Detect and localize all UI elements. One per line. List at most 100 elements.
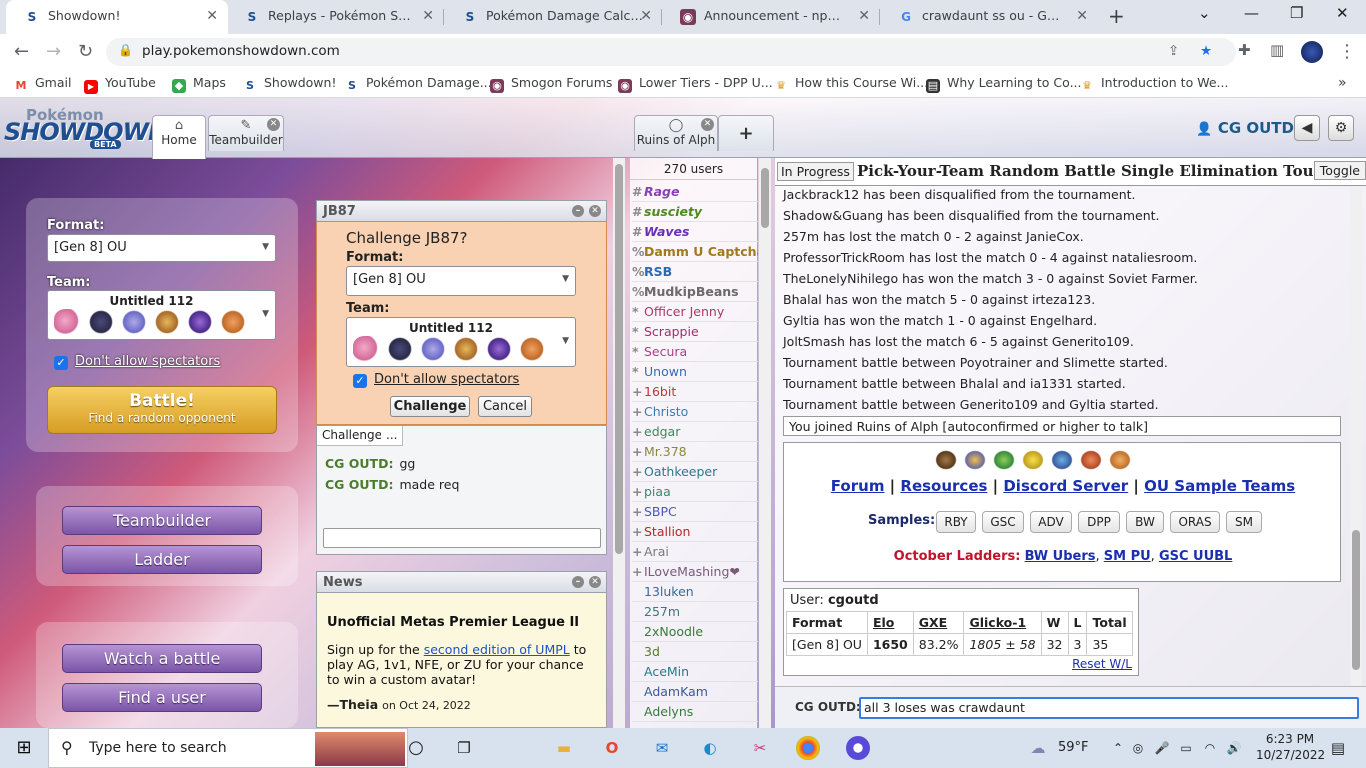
microphone-icon[interactable]: 🎤 bbox=[1150, 736, 1174, 760]
userlist-item[interactable]: + edgar bbox=[632, 422, 758, 442]
back-icon[interactable]: ← bbox=[14, 41, 29, 62]
cancel-button[interactable]: Cancel bbox=[478, 396, 532, 417]
userlist-item[interactable]: %Damm U Captcha bbox=[632, 242, 758, 262]
close-icon[interactable]: ✕ bbox=[701, 118, 714, 131]
sample-bw-button[interactable]: BW bbox=[1126, 511, 1164, 533]
minimize-button[interactable]: — bbox=[1244, 4, 1259, 22]
wifi-icon[interactable]: ◠ bbox=[1198, 736, 1222, 760]
bookmark-youtube[interactable]: ▶ YouTube bbox=[84, 75, 156, 94]
userlist-item[interactable]: +16bit bbox=[632, 382, 758, 402]
userlist-item[interactable]: + ILoveMashing❤ bbox=[632, 562, 758, 582]
close-tab-icon[interactable]: ✕ bbox=[858, 8, 870, 24]
browser-tab-announcement[interactable]: ◉ Announcement - np: SS OU S ✕ bbox=[662, 0, 880, 34]
volume-icon[interactable]: 🔊 bbox=[1222, 736, 1246, 760]
left-scrollbar[interactable] bbox=[613, 158, 625, 728]
userlist-item[interactable]: # Waves bbox=[632, 222, 758, 242]
bookmark-smogon[interactable]: ◉ Smogon Forums bbox=[490, 75, 612, 93]
close-tab-icon[interactable]: ✕ bbox=[640, 8, 652, 24]
bookmark-damage-calc[interactable]: S Pokémon Damage... bbox=[345, 75, 492, 93]
pm-tab-challenge[interactable]: Challenge bbox=[317, 426, 388, 446]
format-select[interactable]: [Gen 8] OU ▼ bbox=[47, 234, 276, 262]
minimize-icon[interactable]: – bbox=[572, 205, 584, 217]
userlist-item[interactable]: AdamKam bbox=[632, 682, 758, 702]
userlist-item[interactable]: * Unown bbox=[632, 362, 758, 382]
notifications-icon[interactable]: ▤ bbox=[1326, 736, 1350, 760]
resources-link[interactable]: Resources bbox=[900, 477, 987, 495]
ou-sample-teams-link[interactable]: OU Sample Teams bbox=[1144, 477, 1295, 495]
sample-sm-button[interactable]: SM bbox=[1226, 511, 1262, 533]
ladder-gsc-uubl-link[interactable]: GSC UUBL bbox=[1159, 549, 1232, 564]
discord-link[interactable]: Discord Server bbox=[1003, 477, 1128, 495]
mute-sound-button[interactable]: ◀ bbox=[1294, 115, 1320, 141]
ladder-button[interactable]: Ladder bbox=[62, 545, 262, 574]
sample-adv-button[interactable]: ADV bbox=[1030, 511, 1072, 533]
close-tab-icon[interactable]: ✕ bbox=[422, 8, 434, 24]
userlist-scrollbar[interactable] bbox=[759, 158, 771, 728]
bookmark-gmail[interactable]: M Gmail bbox=[14, 75, 72, 93]
showdown-logo[interactable]: Pokémon SHOWDOWN! BETA bbox=[4, 106, 178, 150]
chat-input[interactable]: all 3 loses was crawdaunt bbox=[859, 697, 1359, 719]
chrome-icon[interactable] bbox=[796, 736, 820, 760]
watch-battle-button[interactable]: Watch a battle bbox=[62, 644, 262, 673]
meet-now-icon[interactable]: ◎ bbox=[1126, 736, 1150, 760]
menu-icon[interactable]: ⋮ bbox=[1338, 41, 1356, 62]
share-icon[interactable]: ⇪ bbox=[1168, 43, 1179, 59]
tab-teambuilder[interactable]: ✎ Teambuilder ✕ bbox=[208, 115, 284, 151]
bookmark-star-icon[interactable]: ★ bbox=[1200, 43, 1212, 59]
side-panel-icon[interactable]: ▥ bbox=[1270, 41, 1284, 59]
profile-avatar[interactable] bbox=[1301, 41, 1323, 63]
tab-ruins-of-alph[interactable]: ◯ Ruins of Alph ✕ bbox=[634, 115, 718, 151]
windows-start-icon[interactable]: ⊞ bbox=[12, 736, 36, 760]
username-button[interactable]: 👤 CG OUTD bbox=[1196, 119, 1294, 137]
tournament-toggle-button[interactable]: Toggle bbox=[1313, 161, 1366, 180]
userlist-item[interactable]: # susciety bbox=[632, 202, 758, 222]
task-view-icon[interactable]: ❐ bbox=[452, 736, 476, 760]
file-explorer-icon[interactable]: ▬ bbox=[552, 736, 576, 760]
browser-tab-showdown[interactable]: S Showdown! ✕ bbox=[6, 0, 228, 34]
close-icon[interactable]: ✕ bbox=[589, 205, 601, 217]
sample-gsc-button[interactable]: GSC bbox=[982, 511, 1024, 533]
sample-oras-button[interactable]: ORAS bbox=[1170, 511, 1220, 533]
userlist-item[interactable]: 2xNoodle bbox=[632, 622, 758, 642]
teambuilder-button[interactable]: Teambuilder bbox=[62, 506, 262, 535]
userlist-item[interactable]: # Rage bbox=[632, 182, 758, 202]
browser-tab-google[interactable]: G crawdaunt ss ou - Google Se ✕ bbox=[880, 0, 1098, 34]
spectators-checkbox[interactable]: ✓ bbox=[54, 356, 68, 370]
userlist-item[interactable]: Adelyns bbox=[632, 702, 758, 722]
chrome-profile-icon[interactable] bbox=[846, 736, 870, 760]
challenge-format-select[interactable]: [Gen 8] OU ▼ bbox=[346, 266, 576, 296]
userlist-item[interactable]: + Mr.378 bbox=[632, 442, 758, 462]
office-icon[interactable]: O bbox=[600, 736, 624, 760]
battle-button[interactable]: Battle! Find a random opponent bbox=[47, 386, 277, 434]
mail-icon[interactable]: ✉ bbox=[650, 736, 674, 760]
tab-search-icon[interactable]: ⌄ bbox=[1198, 4, 1211, 22]
challenge-spectators-checkbox[interactable]: ✓ bbox=[353, 374, 367, 388]
reset-wl-link[interactable]: Reset W/L bbox=[1072, 657, 1132, 671]
userlist-item[interactable]: %MudkipBeans bbox=[632, 282, 758, 302]
challenge-button[interactable]: Challenge bbox=[390, 396, 470, 417]
userlist-item[interactable]: 257m bbox=[632, 602, 758, 622]
find-user-button[interactable]: Find a user bbox=[62, 683, 262, 712]
pm-tab-more[interactable]: ... bbox=[381, 426, 404, 446]
close-window-button[interactable]: ✕ bbox=[1336, 4, 1349, 22]
bookmark-showdown[interactable]: S Showdown! bbox=[243, 75, 336, 93]
reload-icon[interactable]: ↻ bbox=[78, 41, 93, 62]
close-tab-icon[interactable]: ✕ bbox=[1076, 8, 1088, 24]
umpl-link[interactable]: second edition of UMPL bbox=[424, 642, 570, 657]
settings-button[interactable]: ⚙ bbox=[1328, 115, 1354, 141]
bookmark-course[interactable]: ♛ How this Course Wi... bbox=[774, 75, 928, 93]
browser-tab-damage-calc[interactable]: S Pokémon Damage Calculator ✕ bbox=[444, 0, 662, 34]
snipping-tool-icon[interactable]: ✂ bbox=[748, 736, 772, 760]
sample-rby-button[interactable]: RBY bbox=[936, 511, 976, 533]
forum-link[interactable]: Forum bbox=[831, 477, 885, 495]
bookmark-maps[interactable]: ◆ Maps bbox=[172, 75, 226, 93]
extensions-icon[interactable]: ✚ bbox=[1238, 41, 1251, 59]
maximize-button[interactable]: ❐ bbox=[1290, 4, 1303, 22]
new-room-button[interactable]: + bbox=[718, 115, 774, 151]
team-select[interactable]: Untitled 112 ▼ bbox=[47, 290, 276, 340]
userlist-item[interactable]: AceMin bbox=[632, 662, 758, 682]
pm-window-title[interactable]: JB87 – ✕ bbox=[316, 200, 607, 222]
ladder-bw-ubers-link[interactable]: BW Ubers bbox=[1025, 549, 1096, 564]
cortana-icon[interactable]: ○ bbox=[404, 736, 428, 760]
taskbar-search[interactable]: ⚲ Type here to search bbox=[48, 728, 408, 768]
